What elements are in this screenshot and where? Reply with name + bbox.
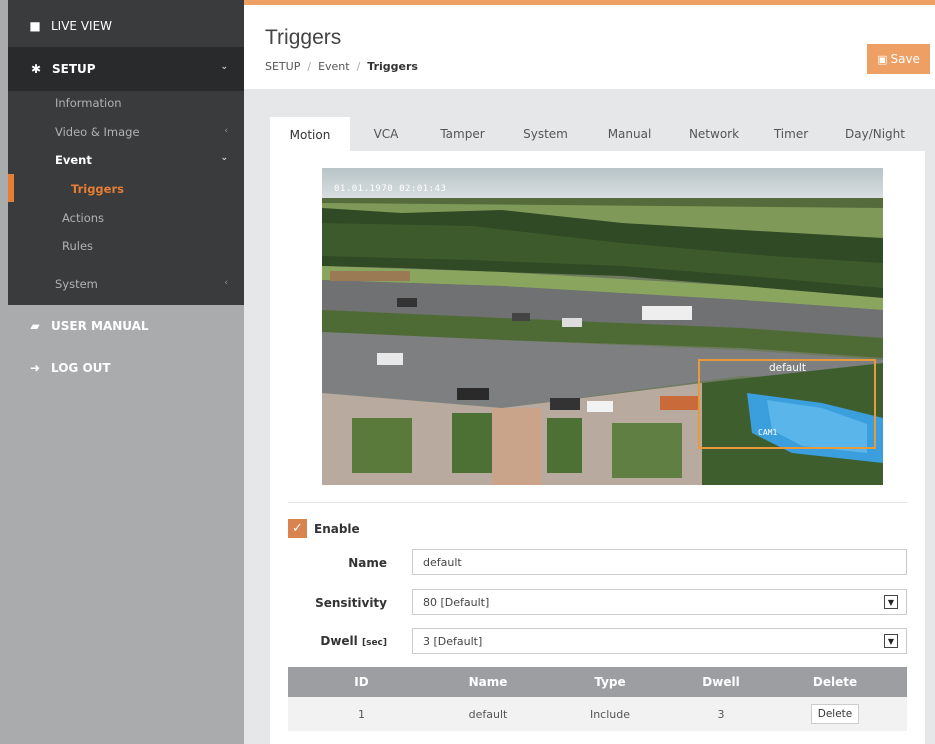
sensitivity-label: Sensitivity	[315, 596, 387, 610]
floppy-disk-icon: ▣	[877, 52, 888, 66]
breadcrumb-item[interactable]: SETUP	[265, 60, 300, 73]
table-header: ID Name Type Dwell Delete	[288, 667, 907, 697]
page-header: Triggers SETUP / Event / Triggers	[244, 5, 935, 89]
sidebar-item-information[interactable]: Information	[55, 96, 122, 110]
book-icon: ▰	[30, 319, 40, 333]
sidebar-item-rules[interactable]: Rules	[62, 239, 93, 253]
column-header-dwell: Dwell	[702, 675, 740, 689]
sidebar-item-event[interactable]: Event ⌄	[55, 153, 237, 167]
sidebar-item-log-out[interactable]: ➜ LOG OUT	[0, 354, 244, 382]
gears-icon: ✱	[30, 62, 42, 76]
sensitivity-value: 80 [Default]	[423, 595, 490, 609]
sidebar-item-label: SETUP	[52, 62, 96, 76]
tab-motion[interactable]: Motion	[270, 117, 350, 151]
dwell-select[interactable]: 3 [Default] ▼	[412, 628, 907, 654]
camera-timestamp: 01.01.1970 02:01:43	[334, 184, 447, 194]
tab-tamper[interactable]: Tamper	[422, 117, 503, 151]
sidebar-item-user-manual[interactable]: ▰ USER MANUAL	[0, 312, 244, 340]
sidebar-item-live-view[interactable]: ■ LIVE VIEW	[0, 7, 244, 45]
cell-delete: Delete	[763, 697, 907, 731]
dwell-unit: [sec]	[361, 638, 387, 648]
sensitivity-select[interactable]: 80 [Default] ▼	[412, 589, 907, 615]
active-item-marker	[8, 174, 14, 202]
sidebar-item-label: Event	[55, 153, 92, 167]
sidebar: ■ LIVE VIEW ✱ SETUP ⌄ Information Video …	[0, 0, 244, 744]
chevron-down-icon: ⌄	[220, 62, 228, 72]
triggers-table: ID Name Type Dwell Delete 1 default Incl…	[288, 667, 907, 731]
enable-label: Enable	[314, 521, 360, 536]
sidebar-item-setup[interactable]: ✱ SETUP ⌄	[8, 47, 244, 91]
cell-id: 1	[358, 707, 365, 721]
sidebar-item-label: USER MANUAL	[51, 319, 149, 333]
tab-timer[interactable]: Timer	[757, 117, 825, 151]
breadcrumb-current: Triggers	[367, 60, 418, 73]
breadcrumb-separator: /	[356, 60, 361, 73]
column-header-id: ID	[354, 675, 369, 689]
column-header-name: Name	[468, 675, 508, 689]
cell-dwell: 3	[717, 707, 725, 721]
table-row[interactable]: 1 default Include 3 Delete	[288, 697, 907, 731]
video-camera-icon: ■	[29, 19, 41, 33]
tab-vca[interactable]: VCA	[350, 117, 422, 151]
chevron-left-icon: ‹	[224, 278, 228, 288]
name-input[interactable]: default	[412, 549, 907, 575]
dwell-label: Dwell [sec]	[267, 634, 387, 648]
tab-manual[interactable]: Manual	[588, 117, 671, 151]
chevron-down-icon: ▼	[884, 595, 898, 609]
sidebar-item-video-image[interactable]: Video & Image ‹	[55, 125, 237, 139]
sidebar-item-label: Video & Image	[55, 125, 140, 139]
sidebar-item-actions[interactable]: Actions	[62, 211, 104, 225]
motion-region-label: default	[769, 362, 806, 374]
column-header-delete: Delete	[812, 675, 858, 689]
camera-name-label: CAM1	[758, 428, 778, 437]
breadcrumb-separator: /	[307, 60, 312, 73]
chevron-left-icon: ‹	[224, 126, 228, 136]
trigger-tabs: Motion VCA Tamper System Manual Network …	[270, 117, 925, 151]
section-divider	[288, 502, 907, 503]
chevron-down-icon: ▼	[884, 634, 898, 648]
page-title: Triggers	[265, 26, 342, 49]
sidebar-item-system[interactable]: System ‹	[55, 277, 237, 291]
save-button-label: Save	[890, 52, 920, 66]
camera-preview[interactable]: 01.01.1970 02:01:43 default CAM1	[322, 168, 883, 485]
breadcrumb: SETUP / Event / Triggers	[265, 60, 418, 73]
enable-checkbox[interactable]: ✓	[288, 519, 307, 538]
sidebar-item-label: System	[55, 277, 98, 291]
dwell-label-text: Dwell	[320, 634, 358, 648]
tab-network[interactable]: Network	[671, 117, 757, 151]
enable-toggle[interactable]: ✓ Enable	[288, 519, 360, 538]
sidebar-item-label: LOG OUT	[51, 361, 111, 375]
save-button[interactable]: ▣ Save	[867, 44, 930, 74]
column-header-type: Type	[594, 675, 626, 689]
chevron-down-icon: ⌄	[220, 153, 228, 163]
delete-row-button[interactable]: Delete	[810, 704, 860, 724]
sidebar-item-triggers[interactable]: Triggers	[71, 182, 124, 196]
cell-type: Include	[589, 707, 631, 721]
cell-name: default	[468, 707, 508, 721]
name-label: Name	[348, 556, 387, 570]
dwell-value: 3 [Default]	[423, 634, 483, 648]
breadcrumb-item[interactable]: Event	[318, 60, 350, 73]
checkmark-icon: ✓	[292, 521, 303, 536]
tab-day-night[interactable]: Day/Night	[825, 117, 925, 151]
sign-out-icon: ➜	[29, 361, 41, 375]
tab-system[interactable]: System	[503, 117, 588, 151]
sidebar-item-label: LIVE VIEW	[51, 19, 113, 33]
